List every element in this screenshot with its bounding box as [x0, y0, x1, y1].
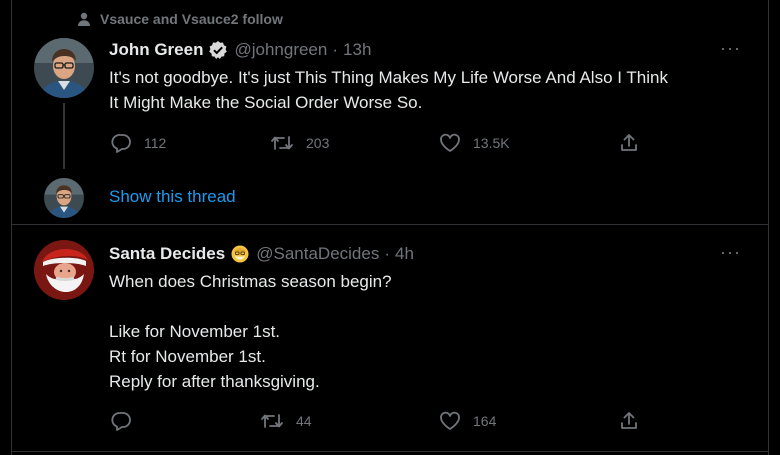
share-button[interactable]	[619, 411, 639, 431]
tweet-divider	[11, 224, 769, 225]
tweet1-author-name[interactable]: John Green	[109, 40, 203, 60]
like-count: 13.5K	[473, 135, 510, 151]
tweet1-header: John Green @johngreen · 13h	[109, 40, 371, 60]
social-context: Vsauce and Vsauce2 follow	[76, 11, 283, 27]
retweet-button[interactable]: 44	[260, 411, 312, 431]
retweet-count: 203	[306, 135, 330, 151]
more-dots-icon[interactable]: ···	[720, 39, 741, 57]
tweet2-handle[interactable]: @SantaDecides	[256, 244, 379, 264]
retweet-count: 44	[296, 413, 312, 429]
tweet2-author-name[interactable]: Santa Decides	[109, 244, 225, 264]
timeline-border-left	[11, 0, 12, 455]
tweet1-separator: ·	[332, 40, 339, 59]
share-icon	[619, 133, 639, 153]
show-thread-link[interactable]: Show this thread	[109, 187, 236, 207]
verified-badge-icon	[208, 40, 228, 60]
reply-count: 112	[144, 135, 167, 151]
like-count: 164	[473, 413, 497, 429]
tweet-divider	[11, 451, 769, 452]
timeline-border-right	[768, 0, 769, 455]
retweet-icon	[270, 133, 294, 153]
heart-icon	[439, 133, 461, 153]
social-context-text: Vsauce and Vsauce2 follow	[100, 11, 283, 27]
person-icon	[76, 11, 92, 27]
share-icon	[619, 411, 639, 431]
thread-connector-line	[63, 103, 65, 169]
tweet2-text: When does Christmas season begin? Like f…	[109, 272, 392, 391]
reply-button[interactable]	[110, 411, 144, 431]
tweet1-text: It's not goodbye. It's just This Thing M…	[109, 68, 668, 112]
santa-face-badge-icon	[230, 244, 250, 264]
more-dots-icon[interactable]: ···	[720, 243, 741, 261]
tweet2-separator: ·	[384, 244, 391, 263]
tweet1-handle[interactable]: @johngreen	[234, 40, 327, 60]
like-button[interactable]: 13.5K	[439, 133, 510, 153]
retweet-icon	[260, 411, 284, 431]
avatar-john-green[interactable]	[34, 38, 94, 98]
like-button[interactable]: 164	[439, 411, 496, 431]
avatar-santa-decides[interactable]	[34, 240, 94, 300]
tweet2-timestamp[interactable]: 4h	[395, 244, 414, 264]
share-button[interactable]	[619, 133, 639, 153]
tweet1-timestamp[interactable]: 13h	[343, 40, 371, 60]
reply-bubble-icon	[110, 133, 132, 153]
heart-icon	[439, 411, 461, 431]
avatar-john-green-small[interactable]	[44, 178, 84, 218]
reply-bubble-icon	[110, 411, 132, 431]
reply-button[interactable]: 112	[110, 133, 166, 153]
retweet-button[interactable]: 203	[270, 133, 329, 153]
tweet2-header: Santa Decides @SantaDecides · 4h	[109, 244, 414, 264]
